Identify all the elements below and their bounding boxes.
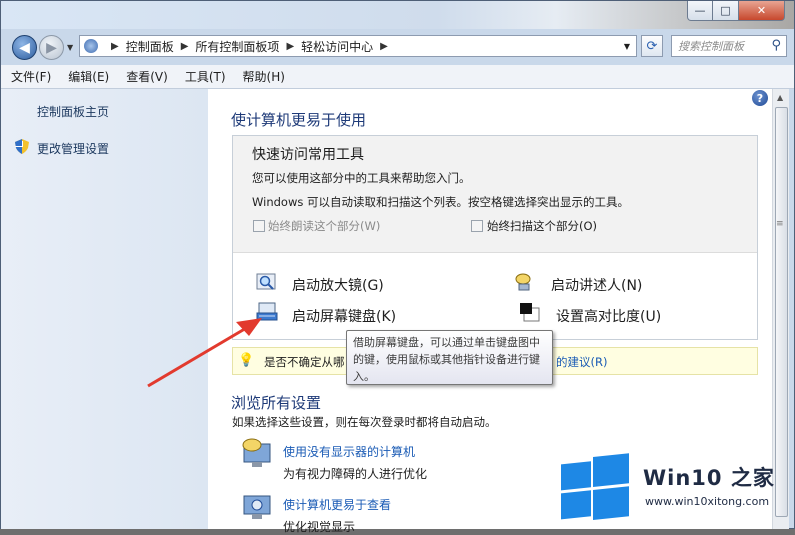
search-input[interactable]: 搜索控制面板 ⚲: [671, 35, 787, 57]
quick-access-description: 您可以使用这部分中的工具来帮助您入门。: [252, 171, 471, 185]
browse-settings-subtitle: 如果选择这些设置，则在每次登录时都将自动启动。: [232, 415, 497, 429]
back-button[interactable]: ◀: [12, 35, 37, 60]
control-panel-icon: [84, 39, 98, 53]
set-high-contrast-link[interactable]: 设置高对比度(U): [556, 306, 661, 326]
address-bar[interactable]: ▶ 控制面板 ▶ 所有控制面板项 ▶ 轻松访问中心 ▶ ▼: [79, 35, 637, 57]
start-osk-link[interactable]: 启动屏幕键盘(K): [292, 306, 396, 326]
make-easier-to-see-desc: 优化视觉显示: [283, 520, 356, 534]
watermark-brand: Win10 之家: [643, 466, 775, 490]
address-row: ◀ ▶ ▼ ▶ 控制面板 ▶ 所有控制面板项 ▶ 轻松访问中心 ▶ ▼ ⟳ 搜索…: [1, 29, 794, 65]
menu-file[interactable]: 文件(F): [11, 68, 51, 85]
refresh-button[interactable]: ⟳: [641, 35, 663, 57]
use-without-display-link[interactable]: 使用没有显示器的计算机: [283, 443, 415, 460]
breadcrumb-all-items[interactable]: 所有控制面板项: [195, 38, 279, 55]
hint-text: 是否不确定从哪: [264, 355, 345, 369]
use-without-display-desc: 为有视力障碍的人进行优化: [283, 467, 428, 481]
menu-bar: 文件(F) 编辑(E) 查看(V) 工具(T) 帮助(H): [1, 65, 794, 89]
watermark-url: www.win10xitong.com: [645, 495, 770, 508]
maximize-button[interactable]: □: [712, 1, 739, 21]
on-screen-keyboard-icon: [256, 302, 278, 321]
scroll-up-icon[interactable]: ▲: [777, 93, 783, 102]
help-icon[interactable]: ?: [752, 90, 768, 106]
no-display-icon: [242, 438, 271, 467]
minimize-button[interactable]: —: [687, 1, 713, 21]
get-recommendations-link[interactable]: 的建议(R): [556, 354, 607, 370]
easier-to-see-icon: [243, 495, 271, 519]
lightbulb-icon: 💡: [238, 353, 255, 368]
search-icon[interactable]: ⚲: [771, 38, 781, 53]
recent-pages-dropdown-icon[interactable]: ▼: [67, 43, 73, 52]
always-read-checkbox[interactable]: [253, 220, 265, 232]
close-button[interactable]: ✕: [738, 1, 785, 21]
page-title: 使计算机更易于使用: [231, 111, 367, 129]
quick-access-instructions: Windows 可以自动读取和扫描这个列表。按空格键选择突出显示的工具。: [252, 195, 629, 209]
title-bar: — □ ✕: [1, 1, 794, 29]
sidebar-item-home[interactable]: 控制面板主页: [37, 103, 109, 120]
chevron-right-icon[interactable]: ▶: [111, 41, 119, 52]
start-magnifier-link[interactable]: 启动放大镜(G): [292, 275, 384, 295]
address-dropdown-icon[interactable]: ▼: [624, 42, 630, 51]
shield-icon: [15, 139, 29, 154]
forward-button[interactable]: ▶: [39, 35, 64, 60]
chevron-right-icon[interactable]: ▶: [181, 41, 189, 52]
narrator-icon: [515, 273, 531, 291]
make-easier-to-see-link[interactable]: 使计算机更易于查看: [283, 496, 391, 513]
start-narrator-link[interactable]: 启动讲述人(N): [551, 275, 642, 295]
quick-access-title: 快速访问常用工具: [252, 147, 364, 163]
grip-icon: ≡: [776, 219, 784, 229]
chevron-right-icon[interactable]: ▶: [380, 41, 388, 52]
always-read-label: 始终朗读这个部分(W): [268, 219, 381, 233]
menu-tools[interactable]: 工具(T): [185, 68, 226, 85]
browse-settings-title: 浏览所有设置: [231, 394, 322, 412]
menu-edit[interactable]: 编辑(E): [68, 68, 109, 85]
magnifier-icon: [256, 273, 276, 290]
always-scan-label: 始终扫描这个部分(O): [487, 219, 598, 233]
high-contrast-icon: [520, 303, 540, 322]
breadcrumb-control-panel[interactable]: 控制面板: [126, 38, 174, 55]
chevron-right-icon[interactable]: ▶: [286, 41, 294, 52]
menu-view[interactable]: 查看(V): [126, 68, 168, 85]
sidebar-item-admin-settings[interactable]: 更改管理设置: [37, 140, 109, 157]
breadcrumb-ease-of-access[interactable]: 轻松访问中心: [301, 38, 373, 55]
search-placeholder: 搜索控制面板: [678, 40, 744, 53]
menu-help[interactable]: 帮助(H): [243, 68, 285, 85]
always-scan-checkbox[interactable]: [471, 220, 483, 232]
osk-tooltip: 借助屏幕键盘，可以通过单击键盘图中的键，使用鼠标或其他指针设备进行键入。: [346, 330, 553, 385]
